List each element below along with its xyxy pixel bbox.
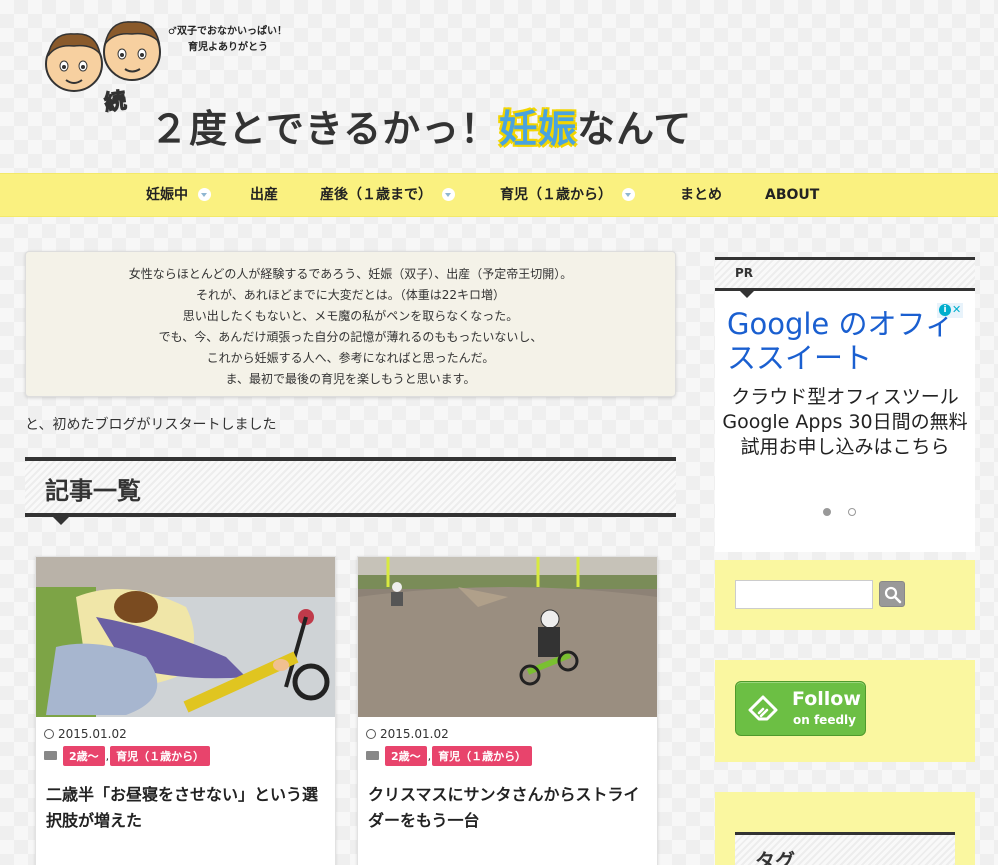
tag-heading-box: タグ xyxy=(735,832,955,865)
sidebar-tag-widget: タグ xyxy=(715,792,975,865)
post-categories: 2歳～, 育児（１歳から） xyxy=(366,745,533,766)
nav-item-summary[interactable]: まとめ xyxy=(680,174,722,218)
site-tagline: ♂双子でおなかいっぱい！ 育児よありがとう xyxy=(168,24,287,56)
section-heading: 記事一覧 xyxy=(45,477,141,505)
section-heading-box: 記事一覧 xyxy=(25,457,676,525)
tagline-line-2: 育児よありがとう xyxy=(188,42,268,53)
post-thumbnail[interactable] xyxy=(36,557,335,717)
intro-line: ま、最初で最後の育児を楽しもうと思います。 xyxy=(225,372,476,386)
post-card[interactable]: 2015.01.02 2歳～, 育児（１歳から） クリスマスにサンタさんからストラ… xyxy=(357,556,658,865)
post-date-text: 2015.01.02 xyxy=(58,727,127,741)
site-title-part-1: ２度とできるかっ！ xyxy=(150,107,500,151)
nav-item-label: 出産 xyxy=(250,187,278,203)
intro-line: 女性ならほとんどの人が経験するであろう、妊娠（双子）、出産（予定帝王切開）。 xyxy=(128,267,573,281)
feedly-label-follow: Follow xyxy=(792,688,861,710)
intro-line: でも、今、あんだけ頑張った自分の記憶が薄れるのももったいないし、 xyxy=(158,330,543,344)
ad-headline[interactable]: Google のオフィススイート xyxy=(727,307,967,375)
sidebar-search-widget xyxy=(715,560,975,630)
post-date-text: 2015.01.02 xyxy=(380,727,449,741)
nav-item-childcare[interactable]: 育児（１歳から） xyxy=(500,174,635,218)
category-separator: , xyxy=(105,750,110,763)
chevron-down-icon[interactable] xyxy=(622,187,635,201)
nav-item-label: まとめ xyxy=(680,187,722,203)
heading-pointer xyxy=(739,290,755,298)
nav-item-about[interactable]: ABOUT xyxy=(765,174,819,218)
category-badge[interactable]: 2歳～ xyxy=(385,746,427,766)
site-title-highlight-2: 娠 xyxy=(538,107,578,151)
feedly-label-on: on feedly xyxy=(793,713,856,727)
pr-heading-box: PR xyxy=(715,257,975,298)
nav-item-pregnancy[interactable]: 妊娠中 xyxy=(146,174,211,218)
ad-pagination xyxy=(823,501,873,520)
search-icon xyxy=(884,586,902,604)
chevron-down-icon[interactable] xyxy=(442,187,455,201)
intro-after-text: と、初めたブログがリスタートしました xyxy=(25,417,277,433)
ad-page-dot[interactable] xyxy=(823,508,831,516)
post-title[interactable]: クリスマスにサンタさんからストライダーをもう一台 xyxy=(368,782,648,834)
clock-icon xyxy=(366,729,376,739)
folder-icon xyxy=(44,751,57,760)
folder-icon xyxy=(366,751,379,760)
category-badge[interactable]: 育児（１歳から） xyxy=(110,746,211,766)
title-zoku-mark: 続 xyxy=(102,88,128,117)
intro-box: 女性ならほとんどの人が経験するであろう、妊娠（双子）、出産（予定帝王切開）。 そ… xyxy=(25,251,676,397)
search-input[interactable] xyxy=(735,580,873,609)
post-title[interactable]: 二歳半「お昼寝をさせない」という選択肢が増えた xyxy=(46,782,326,834)
follow-feedly-button[interactable]: Follow on feedly xyxy=(735,681,866,736)
site-header: ♂双子でおなかいっぱい！ 育児よありがとう 続 ２度とできるかっ！妊娠なんて xyxy=(0,0,998,172)
nav-item-birth[interactable]: 出産 xyxy=(250,174,278,218)
site-title-part-2: なんて xyxy=(577,107,693,151)
sidebar-feedly-widget: Follow on feedly xyxy=(715,660,975,762)
tag-heading: タグ xyxy=(755,849,795,865)
intro-line: 思い出したくもないと、メモ魔の私がペンを取らなくなった。 xyxy=(182,309,519,323)
nav-item-postpartum[interactable]: 産後（１歳まで） xyxy=(320,174,455,218)
sidebar-pr-widget: PR i ✕ Google のオフィススイート クラウド型オフィスツール Goo… xyxy=(715,257,975,552)
post-card[interactable]: 2015.01.02 2歳～, 育児（１歳から） 二歳半「お昼寝をさせない」という… xyxy=(35,556,336,865)
chevron-down-icon[interactable] xyxy=(198,187,211,201)
search-button[interactable] xyxy=(879,581,905,607)
feedly-icon xyxy=(748,695,778,721)
twin-faces-logo[interactable] xyxy=(42,14,164,94)
main-nav: 妊娠中 出産 産後（１歳まで） 育児（１歳から） まとめ ABOUT xyxy=(0,173,998,217)
post-date: 2015.01.02 xyxy=(366,727,449,741)
post-categories: 2歳～, 育児（１歳から） xyxy=(44,745,211,766)
post-thumbnail[interactable] xyxy=(358,557,657,717)
clock-icon xyxy=(44,729,54,739)
ad-page-dot[interactable] xyxy=(848,508,856,516)
category-badge[interactable]: 2歳～ xyxy=(63,746,105,766)
intro-line: これから妊娠する人へ、参考になればと思ったんだ。 xyxy=(206,351,495,365)
ad-body-text[interactable]: クラウド型オフィスツール Google Apps 30日間の無料試用お申し込みは… xyxy=(715,385,975,460)
category-separator: , xyxy=(427,750,432,763)
tagline-line-1: ♂双子でおなかいっぱい！ xyxy=(168,26,287,37)
heading-pointer xyxy=(51,515,71,525)
nav-item-label: ABOUT xyxy=(765,187,820,203)
pr-heading: PR xyxy=(735,266,754,280)
nav-item-label: 妊娠中 xyxy=(146,187,188,203)
nav-item-label: 育児（１歳から） xyxy=(500,187,612,203)
post-date: 2015.01.02 xyxy=(44,727,127,741)
intro-line: それが、あれほどまでに大変だとは。（体重は22キロ増） xyxy=(195,288,506,302)
site-title-highlight-1: 妊 xyxy=(499,107,539,151)
site-title[interactable]: ２度とできるかっ！妊娠なんて xyxy=(150,98,692,153)
nav-item-label: 産後（１歳まで） xyxy=(320,187,432,203)
category-badge[interactable]: 育児（１歳から） xyxy=(432,746,533,766)
site-title-highlight: 妊娠 xyxy=(499,107,577,151)
